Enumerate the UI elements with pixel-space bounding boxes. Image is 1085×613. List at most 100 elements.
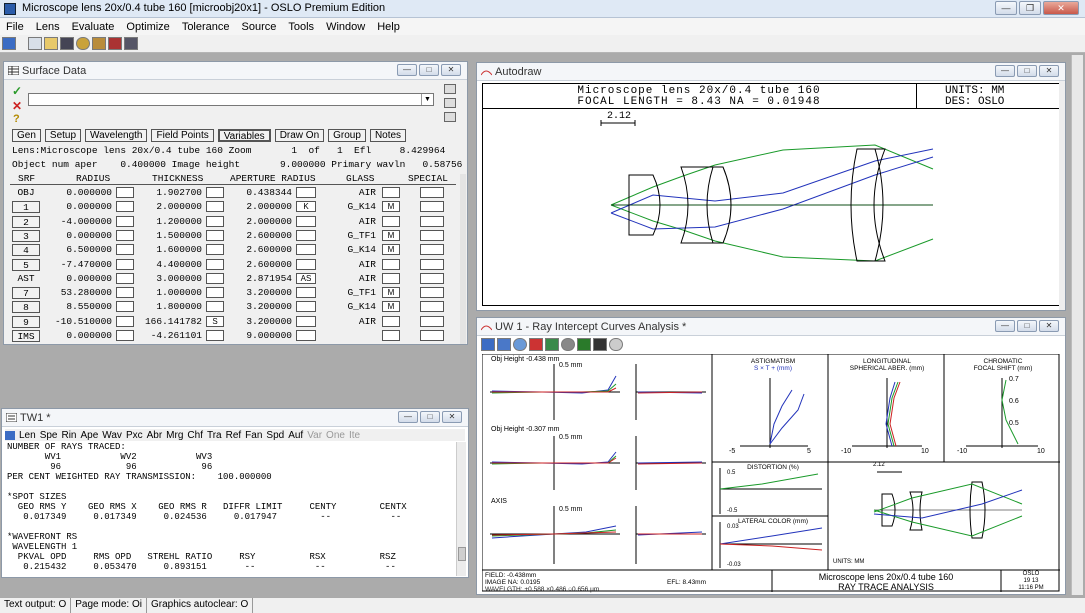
radius-solve-box[interactable]: [116, 201, 134, 213]
glass-cell[interactable]: G_TF1: [332, 230, 376, 241]
scroll-thumb[interactable]: [458, 547, 466, 561]
tab-notes[interactable]: Notes: [369, 129, 407, 142]
aperture-cell[interactable]: 3.200000: [228, 287, 292, 298]
maximize-button[interactable]: □: [420, 411, 440, 423]
special-box[interactable]: [420, 215, 444, 227]
thickness-solve-box[interactable]: [206, 272, 224, 284]
tab-group[interactable]: Group: [328, 129, 366, 142]
aperture-solve-box[interactable]: K: [296, 201, 316, 213]
maximize-button[interactable]: □: [419, 64, 439, 76]
tab-wavelength[interactable]: Wavelength: [85, 129, 148, 142]
aperture-cell[interactable]: 2.871954: [228, 273, 292, 284]
minimize-button[interactable]: —: [398, 411, 418, 423]
radius-cell[interactable]: 8.550000: [44, 301, 112, 312]
grid-icon[interactable]: [481, 338, 495, 351]
radius-cell[interactable]: 0.000000: [44, 201, 112, 212]
glass-solve-box[interactable]: M: [382, 301, 400, 313]
tab-variables[interactable]: Variables: [217, 129, 271, 142]
special-box[interactable]: [420, 201, 444, 213]
glass-solve-box[interactable]: [382, 187, 400, 198]
accept-icon[interactable]: ✓: [12, 84, 22, 98]
srf-cell[interactable]: AST: [12, 273, 40, 285]
maximize-button[interactable]: □: [1017, 320, 1037, 332]
command-input[interactable]: ▼: [28, 93, 434, 106]
open-folder-icon[interactable]: [44, 37, 58, 50]
help-icon[interactable]: ?: [13, 113, 20, 125]
glass-cell[interactable]: AIR: [332, 316, 376, 327]
glass-cell[interactable]: AIR: [332, 273, 376, 284]
glass-solve-box[interactable]: [382, 258, 400, 270]
thickness-cell[interactable]: 1.800000: [138, 301, 202, 312]
special-box[interactable]: [420, 272, 444, 284]
restore-button[interactable]: ❐: [1019, 1, 1041, 15]
thickness-solve-box[interactable]: [206, 287, 224, 299]
glass-cell[interactable]: G_K14: [332, 301, 376, 312]
srf-cell[interactable]: 8: [12, 301, 40, 314]
glass-solve-box[interactable]: [382, 272, 400, 284]
thickness-cell[interactable]: 1.600000: [138, 244, 202, 255]
srf-cell[interactable]: 1: [12, 201, 40, 214]
save-icon[interactable]: [60, 37, 74, 50]
tw-tab-ape[interactable]: Ape: [81, 430, 99, 441]
menu-source[interactable]: Source: [242, 21, 277, 33]
chevron-down-icon[interactable]: ▼: [421, 94, 433, 105]
minimize-button[interactable]: —: [397, 64, 417, 76]
radius-cell[interactable]: -7.470000: [44, 259, 112, 270]
thickness-cell[interactable]: 1.902700: [138, 187, 202, 198]
glass-solve-box[interactable]: [382, 330, 400, 341]
menu-tolerance[interactable]: Tolerance: [182, 21, 230, 33]
layout-icon[interactable]: [545, 338, 559, 351]
srf-cell[interactable]: 9: [12, 315, 40, 328]
list-icon[interactable]: [444, 112, 456, 122]
close-button[interactable]: ✕: [442, 411, 462, 423]
srf-cell[interactable]: 5: [12, 258, 40, 271]
aperture-solve-box[interactable]: [296, 315, 316, 327]
list-icon[interactable]: [444, 98, 456, 108]
mdi-vertical-scrollbar[interactable]: [1071, 55, 1083, 595]
aperture-cell[interactable]: 2.000000: [228, 216, 292, 227]
aperture-cell[interactable]: 2.600000: [228, 259, 292, 270]
menu-help[interactable]: Help: [377, 21, 400, 33]
new-file-icon[interactable]: [28, 37, 42, 50]
thickness-solve-box[interactable]: [206, 187, 224, 198]
tw-tab-pxc[interactable]: Pxc: [126, 430, 143, 441]
tw-tab-abr[interactable]: Abr: [147, 430, 163, 441]
special-box[interactable]: [420, 229, 444, 241]
special-box[interactable]: [420, 258, 444, 270]
menu-tools[interactable]: Tools: [288, 21, 314, 33]
tiles-icon[interactable]: [497, 338, 511, 351]
tw-tab-chf[interactable]: Chf: [187, 430, 203, 441]
radius-solve-box[interactable]: [116, 301, 134, 313]
special-box[interactable]: [420, 187, 444, 198]
radius-solve-box[interactable]: [116, 244, 134, 256]
thickness-solve-box[interactable]: S: [206, 315, 224, 327]
list-icon[interactable]: [444, 84, 456, 94]
srf-cell[interactable]: OBJ: [12, 187, 40, 199]
aperture-solve-box[interactable]: AS: [296, 272, 316, 284]
tw-tab-ite[interactable]: Ite: [349, 430, 360, 441]
radius-cell[interactable]: 0.000000: [44, 330, 112, 341]
horizontal-scrollbar[interactable]: [460, 174, 466, 344]
radius-cell[interactable]: -4.000000: [44, 216, 112, 227]
glass-solve-box[interactable]: M: [382, 287, 400, 299]
tw-tab-tra[interactable]: Tra: [207, 430, 222, 441]
tw-tab-spe[interactable]: Spe: [40, 430, 58, 441]
aperture-solve-box[interactable]: [296, 244, 316, 256]
aperture-cell[interactable]: 0.438344: [228, 187, 292, 198]
tw-tab-len[interactable]: Len: [19, 430, 36, 441]
tw-tab-auf[interactable]: Auf: [288, 430, 303, 441]
thickness-solve-box[interactable]: [206, 301, 224, 313]
radius-solve-box[interactable]: [116, 315, 134, 327]
aperture-solve-box[interactable]: [296, 215, 316, 227]
radius-cell[interactable]: 6.500000: [44, 244, 112, 255]
thickness-cell[interactable]: 1.500000: [138, 230, 202, 241]
tab-draw-on[interactable]: Draw On: [274, 129, 325, 142]
glass-cell[interactable]: G_K14: [332, 201, 376, 212]
thickness-cell[interactable]: 3.000000: [138, 273, 202, 284]
special-box[interactable]: [420, 315, 444, 327]
tw-tab-one[interactable]: One: [326, 430, 345, 441]
radius-solve-box[interactable]: [116, 215, 134, 227]
glass-cell[interactable]: AIR: [332, 187, 376, 198]
aperture-cell[interactable]: 9.000000: [228, 330, 292, 341]
tab-gen[interactable]: Gen: [12, 129, 41, 142]
